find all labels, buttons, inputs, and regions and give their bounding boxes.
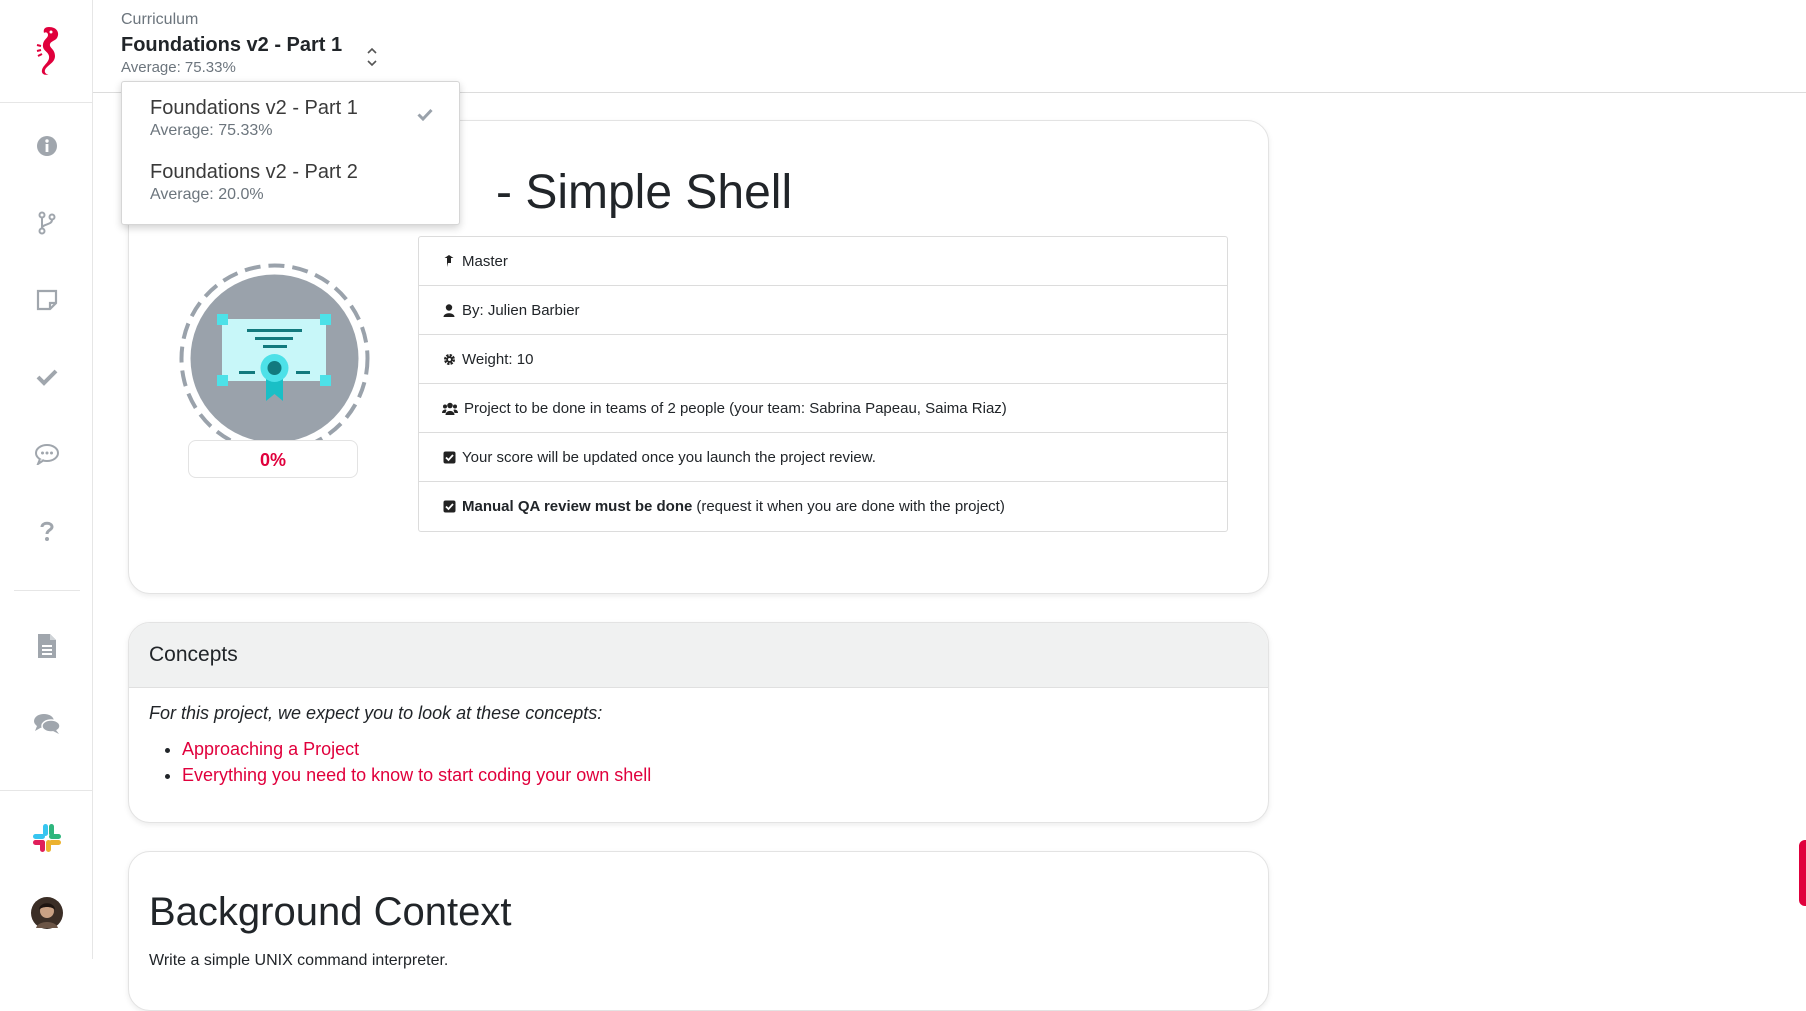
- info-row-qa: Manual QA review must be done (request i…: [419, 482, 1227, 531]
- info-icon[interactable]: [27, 126, 67, 166]
- project-title: - Simple Shell: [496, 166, 793, 219]
- level-up-icon: [442, 254, 456, 268]
- check-icon[interactable]: [27, 357, 67, 397]
- curriculum-toggle-button[interactable]: [361, 40, 383, 74]
- project-score: 0%: [188, 440, 358, 478]
- concepts-header: Concepts: [129, 623, 1268, 688]
- info-row-level: Master: [419, 237, 1227, 286]
- info-qa-required: Manual QA review must be done: [462, 498, 693, 515]
- checkbox-checked-icon: [442, 450, 456, 464]
- dropdown-item-part-1[interactable]: Foundations v2 - Part 1 Average: 75.33%: [122, 82, 459, 146]
- topbar: Curriculum Foundations v2 - Part 1 Avera…: [93, 0, 1806, 93]
- chat-bubble-icon[interactable]: [27, 434, 67, 474]
- dropdown-item-title: Foundations v2 - Part 2: [150, 161, 358, 183]
- info-weight: Weight: 10: [462, 350, 534, 368]
- dropdown-item-average: Average: 20.0%: [150, 186, 264, 203]
- document-icon[interactable]: [27, 626, 67, 666]
- user-icon: [442, 303, 456, 317]
- check-icon: [417, 108, 433, 126]
- chevron-up-icon: [367, 47, 377, 54]
- sidebar-divider: [0, 790, 93, 791]
- concepts-title: Concepts: [149, 643, 238, 666]
- note-icon[interactable]: [27, 280, 67, 320]
- sidebar: [0, 0, 93, 959]
- concepts-card: Concepts For this project, we expect you…: [128, 622, 1269, 823]
- curriculum-average: Average: 75.33%: [121, 59, 236, 76]
- comments-icon[interactable]: [27, 704, 67, 744]
- seahorse-logo[interactable]: [0, 0, 93, 103]
- background-card: Background Context Write a simple UNIX c…: [128, 851, 1269, 1011]
- info-row-author: By: Julien Barbier: [419, 286, 1227, 335]
- curriculum-title[interactable]: Foundations v2 - Part 1: [121, 34, 342, 57]
- users-icon: [442, 401, 458, 415]
- info-row-score-note: Your score will be updated once you laun…: [419, 433, 1227, 482]
- info-row-team: Project to be done in teams of 2 people …: [419, 384, 1227, 433]
- dropdown-item-part-2[interactable]: Foundations v2 - Part 2 Average: 20.0%: [122, 146, 459, 210]
- concepts-intro: For this project, we expect you to look …: [149, 703, 603, 723]
- info-author: By: Julien Barbier: [462, 301, 580, 319]
- curriculum-dropdown: Foundations v2 - Part 1 Average: 75.33% …: [121, 81, 460, 225]
- sidebar-divider: [14, 590, 80, 591]
- info-level: Master: [462, 252, 508, 270]
- info-qa-note: (request it when you are done with the p…: [696, 498, 1005, 515]
- project-badge: [177, 261, 372, 456]
- chevron-down-icon: [367, 60, 377, 67]
- curriculum-label: Curriculum: [121, 11, 199, 28]
- background-text: Write a simple UNIX command interpreter.: [149, 952, 449, 969]
- project-info-list: Master By: Julien Barbier Weight: 10 Pro…: [418, 236, 1228, 532]
- slack-icon[interactable]: [27, 818, 67, 858]
- info-team: Project to be done in teams of 2 people …: [464, 399, 1007, 417]
- info-score-note: Your score will be updated once you laun…: [462, 448, 876, 466]
- checkbox-checked-icon: [442, 500, 456, 514]
- branch-icon[interactable]: [27, 203, 67, 243]
- gear-icon: [442, 352, 456, 366]
- feedback-tab[interactable]: [1799, 840, 1806, 906]
- list-item: Everything you need to know to start cod…: [182, 765, 651, 786]
- dropdown-item-average: Average: 75.33%: [150, 122, 273, 139]
- avatar[interactable]: [27, 893, 67, 933]
- concept-link[interactable]: Approaching a Project: [182, 739, 359, 759]
- question-icon[interactable]: [27, 511, 67, 551]
- concepts-list: Approaching a Project Everything you nee…: [182, 739, 651, 791]
- info-row-weight: Weight: 10: [419, 335, 1227, 384]
- background-title: Background Context: [149, 890, 512, 934]
- concept-link[interactable]: Everything you need to know to start cod…: [182, 765, 651, 785]
- list-item: Approaching a Project: [182, 739, 651, 760]
- dropdown-item-title: Foundations v2 - Part 1: [150, 97, 358, 119]
